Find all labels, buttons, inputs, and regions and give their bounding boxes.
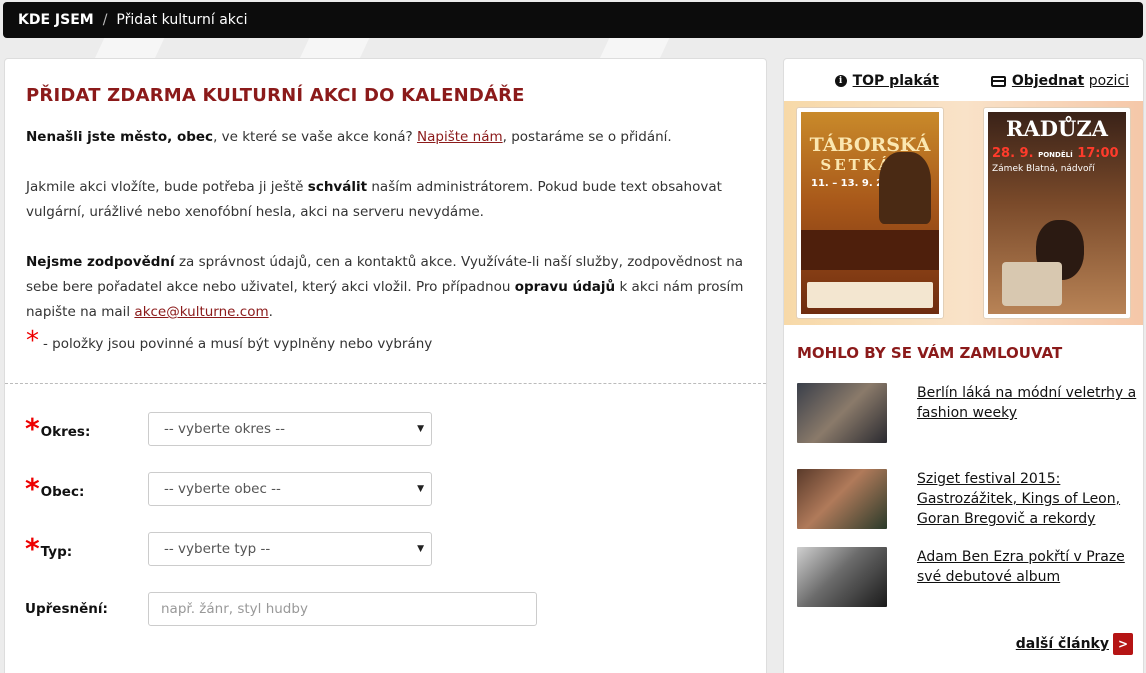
article-thumbnail [797, 469, 887, 529]
article-item[interactable]: Sziget festival 2015: Gastrozážitek, Kin… [797, 469, 1120, 529]
upresneni-label: Upřesnění: [25, 601, 108, 617]
breadcrumb: KDE JSEM / Přidat kulturní akci [3, 2, 1143, 38]
breadcrumb-separator: / [102, 12, 108, 28]
order-position-link[interactable]: Objednat pozici [990, 73, 1129, 89]
article-thumbnail [797, 383, 887, 443]
typ-select[interactable]: -- vyberte typ -- ▼ [148, 532, 432, 566]
add-event-panel: PŘIDAT ZDARMA KULTURNÍ AKCI DO KALENDÁŘE… [4, 58, 767, 673]
poster-raduza[interactable]: RADŮZA 28. 9. PONDĚLÍ 17:00 Zámek Blatná… [983, 107, 1131, 319]
poster-image: TÁBORSKÁ SETKÁNÍ 11. – 13. 9. 2015 [801, 112, 939, 314]
typ-label: * Typ: [25, 532, 73, 565]
okres-row: * Okres: -- vyberte okres -- ▼ [25, 412, 432, 446]
article-item[interactable]: Berlín láká na módní veletrhy a fashion … [797, 383, 1136, 443]
okres-label: * Okres: [25, 412, 91, 445]
breadcrumb-where-label: KDE JSEM [18, 12, 94, 28]
required-note: * - položky jsou povinné a musí být vypl… [26, 326, 433, 356]
required-star-icon: * [25, 412, 40, 445]
obec-row: * Obec: -- vyberte obec -- ▼ [25, 472, 432, 506]
sidebar: i TOP plakát Objednat pozici TÁBORSKÁ SE… [783, 58, 1144, 673]
poster-taborska-setkani[interactable]: TÁBORSKÁ SETKÁNÍ 11. – 13. 9. 2015 [796, 107, 944, 319]
okres-select[interactable]: -- vyberte okres -- ▼ [148, 412, 432, 446]
obec-select[interactable]: -- vyberte obec -- ▼ [148, 472, 432, 506]
dropdown-arrow-icon: ▼ [417, 484, 424, 494]
intro-paragraph-2: Jakmile akci vložíte, bude potřeba ji je… [26, 179, 722, 220]
obec-label: * Obec: [25, 472, 85, 505]
sidebar-links: i TOP plakát Objednat pozici [834, 73, 1129, 89]
dropdown-arrow-icon: ▼ [417, 544, 424, 554]
poster-image: RADŮZA 28. 9. PONDĚLÍ 17:00 Zámek Blatná… [988, 112, 1126, 314]
page-title: PŘIDAT ZDARMA KULTURNÍ AKCI DO KALENDÁŘE [26, 85, 525, 106]
upresneni-row: Upřesnění: např. žánr, styl hudby [25, 592, 537, 626]
required-star-icon: * [26, 326, 39, 356]
info-icon: i [834, 75, 847, 87]
intro-paragraph-1: Nenašli jste město, obec, ve které se va… [26, 129, 672, 145]
write-us-link[interactable]: Napište nám [417, 129, 503, 145]
email-link[interactable]: akce@kulturne.com [134, 304, 268, 320]
breadcrumb-current: Přidat kulturní akci [116, 12, 248, 28]
divider [5, 383, 766, 384]
required-star-icon: * [25, 472, 40, 505]
arrow-right-icon: > [1113, 633, 1133, 655]
more-articles-link[interactable]: další články > [1016, 633, 1133, 655]
dropdown-arrow-icon: ▼ [417, 424, 424, 434]
recommended-section-title: MOHLO BY SE VÁM ZAMLOUVAT [797, 344, 1063, 362]
article-item[interactable]: Adam Ben Ezra pokřtí v Praze své debutov… [797, 547, 1125, 607]
typ-row: * Typ: -- vyberte typ -- ▼ [25, 532, 432, 566]
upresneni-input[interactable]: např. žánr, styl hudby [148, 592, 537, 626]
required-star-icon: * [25, 532, 40, 565]
top-poster-link[interactable]: i TOP plakát [834, 73, 939, 89]
credit-card-icon [990, 75, 1006, 87]
top-posters: TÁBORSKÁ SETKÁNÍ 11. – 13. 9. 2015 RADŮZ… [784, 101, 1143, 325]
intro-paragraph-3: Nejsme zodpovědní za správnost údajů, ce… [26, 254, 744, 320]
article-thumbnail [797, 547, 887, 607]
